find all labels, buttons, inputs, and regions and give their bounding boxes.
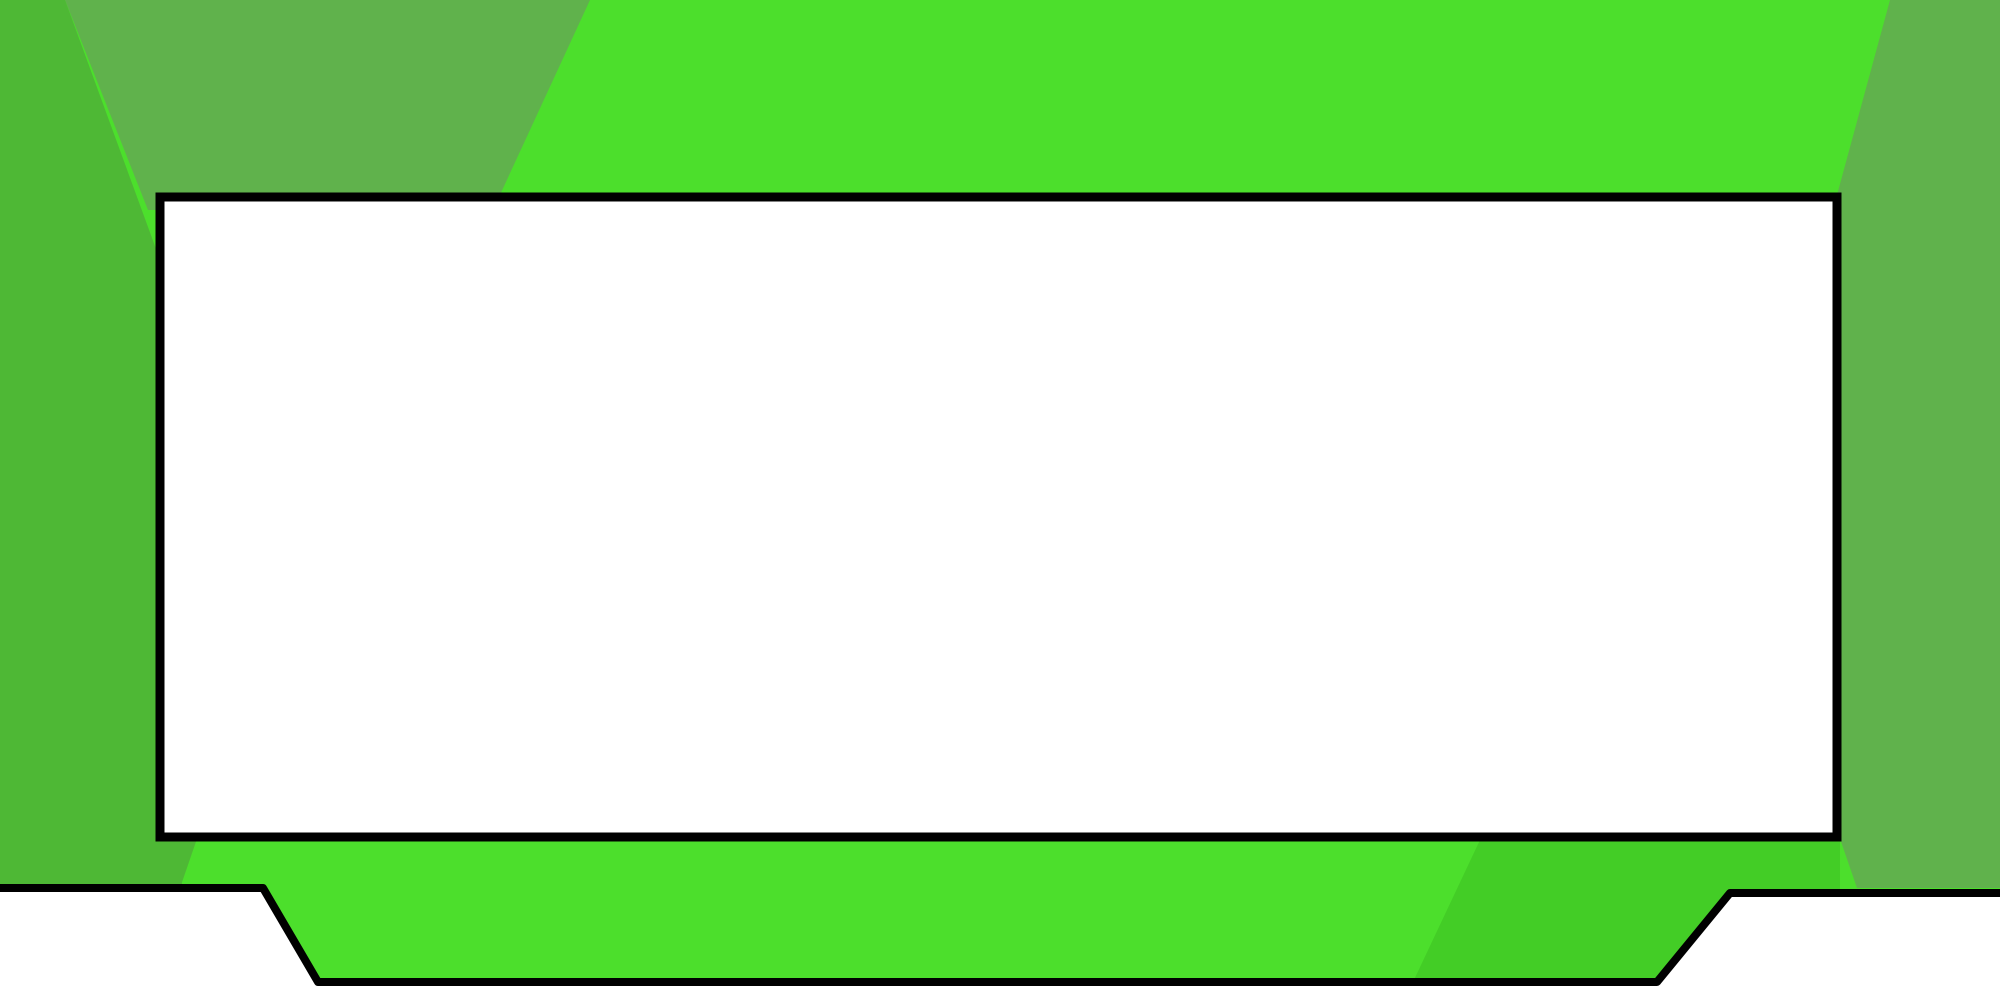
content-panel-text (170, 205, 1827, 830)
panel-corner-tick (1820, 193, 1837, 200)
right-diagonal-band (1837, 0, 2000, 888)
scene (0, 0, 2000, 1000)
